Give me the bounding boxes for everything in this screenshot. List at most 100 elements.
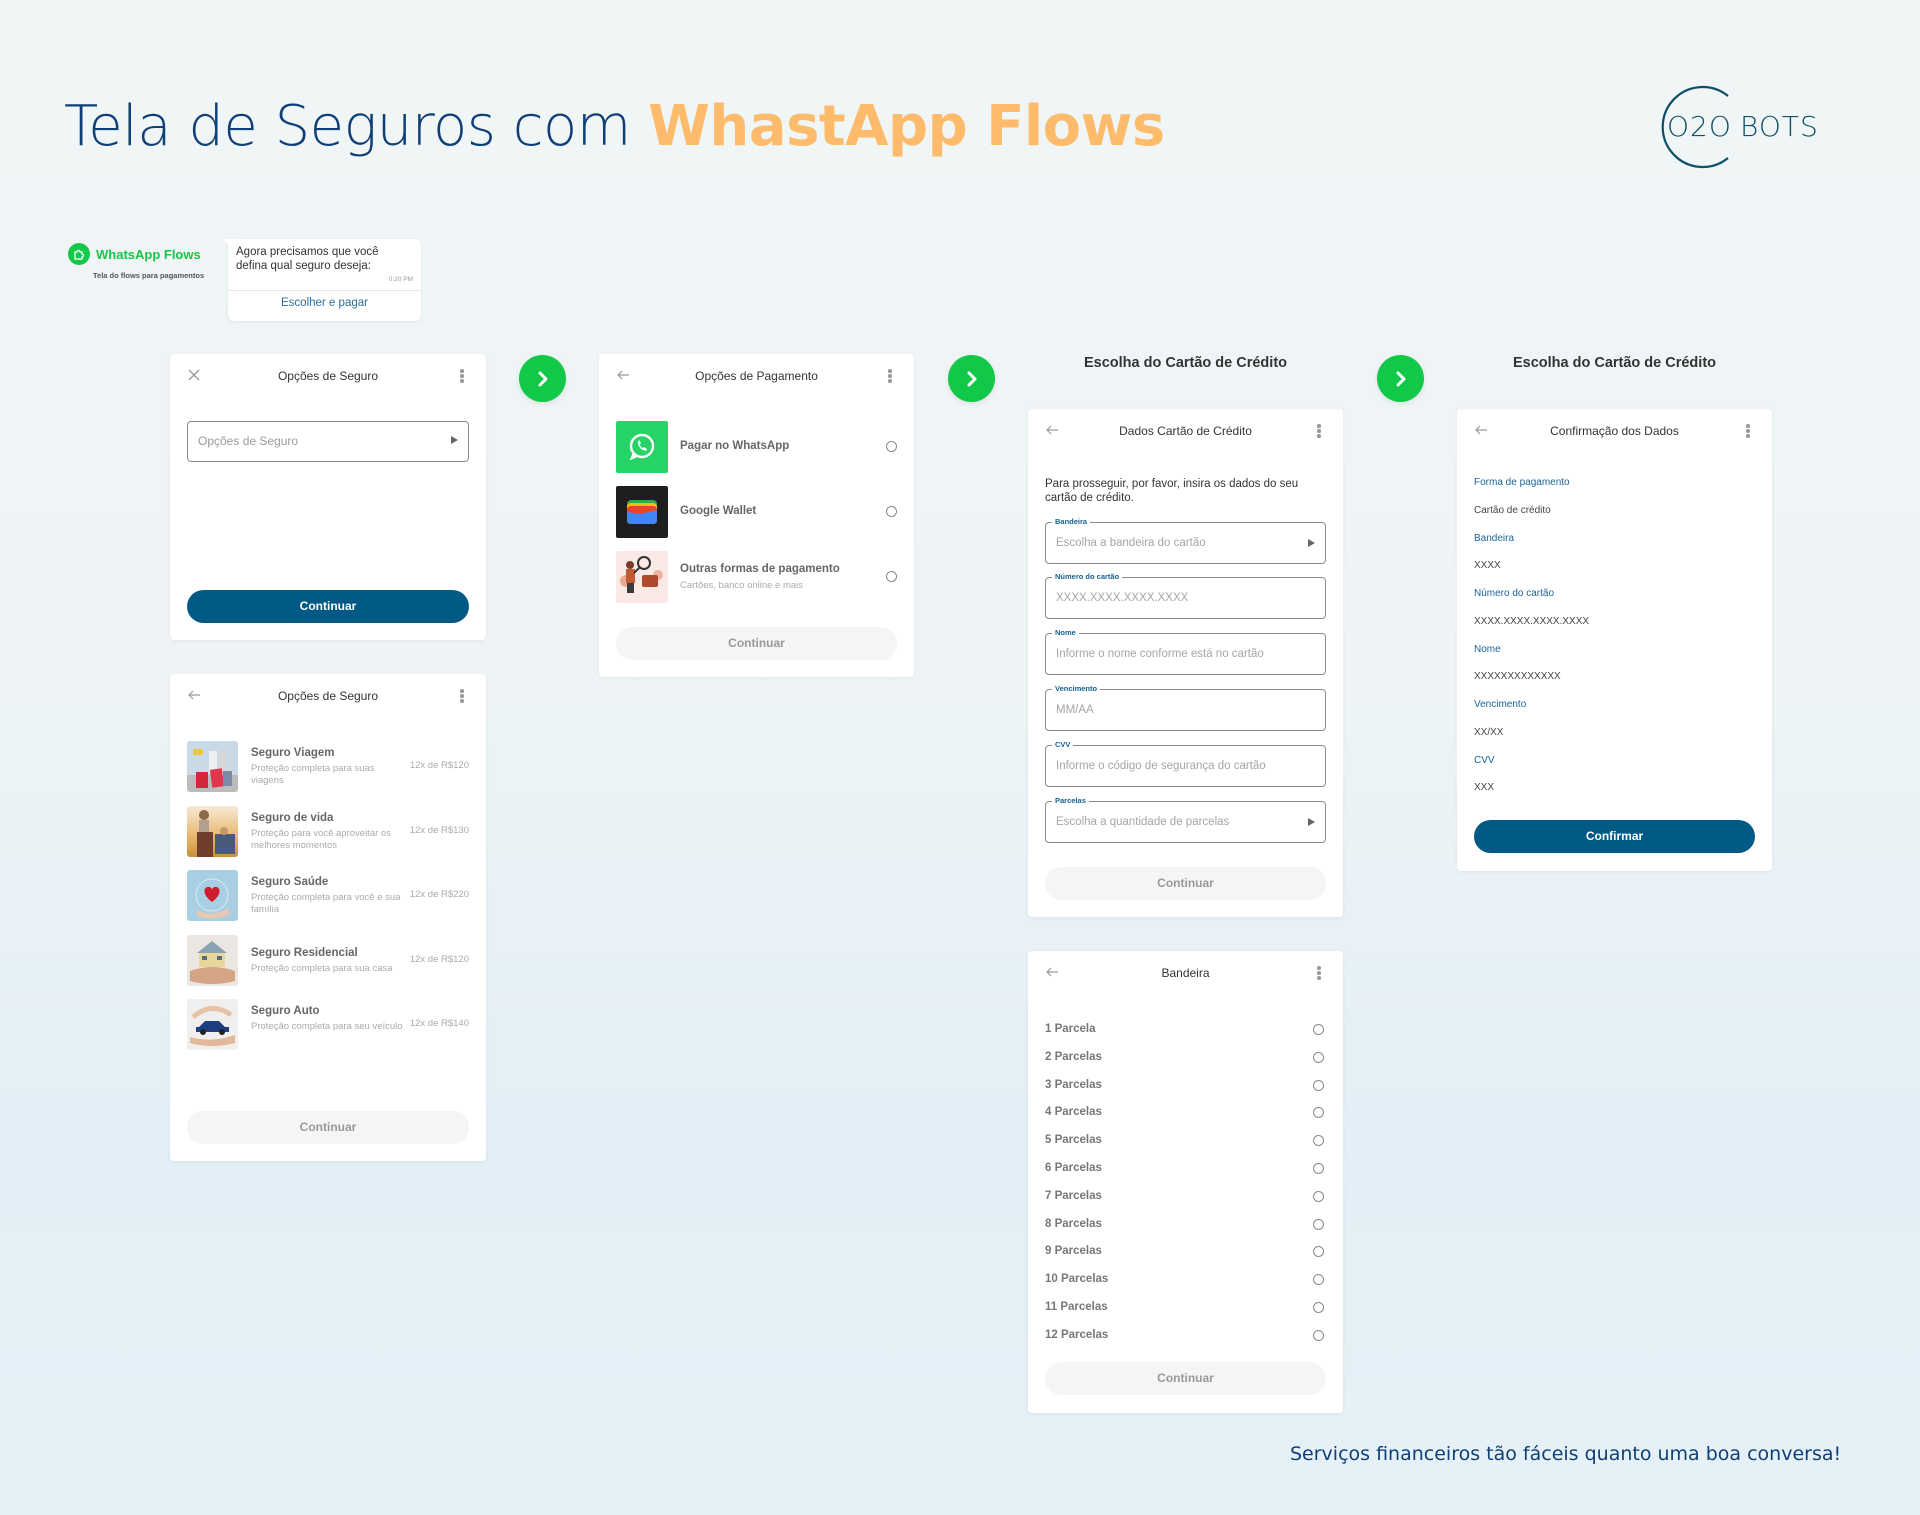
confirm-button[interactable]: Confirmar: [1474, 820, 1755, 853]
whatsapp-flows-badge: WhatsApp Flows Tela do flows para pagame…: [68, 243, 204, 280]
field-label: CVV: [1052, 739, 1074, 751]
installment-option[interactable]: 3 Parcelas: [1045, 1077, 1326, 1097]
field-label: Bandeira: [1052, 516, 1091, 528]
insurance-price: 12x de R$120: [409, 760, 469, 771]
continue-button[interactable]: Continuar: [1045, 1362, 1326, 1395]
more-options-icon[interactable]: [1317, 966, 1321, 980]
chat-message-text: Agora precisamos que você defina qual se…: [236, 246, 379, 272]
health-photo: [187, 870, 238, 921]
chevron-right-icon: [538, 371, 547, 386]
installment-option[interactable]: 10 Parcelas: [1045, 1271, 1326, 1291]
installment-radio[interactable]: [1313, 1024, 1324, 1035]
installment-option[interactable]: 2 Parcelas: [1045, 1049, 1326, 1069]
insurance-item-auto[interactable]: Seguro Auto Proteção completa para seu v…: [187, 999, 469, 1051]
bandeira-select[interactable]: Bandeira Escolha a bandeira do cartão: [1045, 516, 1326, 564]
payment-option-google-wallet[interactable]: Google Wallet: [616, 486, 897, 538]
dropdown-arrow-icon: [451, 436, 458, 444]
installment-option[interactable]: 4 Parcelas: [1045, 1104, 1326, 1124]
installment-option[interactable]: 5 Parcelas: [1045, 1132, 1326, 1152]
insurance-item-residencial[interactable]: Seguro Residencial Proteção completa par…: [187, 935, 469, 987]
screen-bandeira: Bandeira 1 Parcela 2 Parcelas 3 Parcelas 4 …: [1028, 951, 1343, 1413]
installment-radio[interactable]: [1313, 1329, 1324, 1341]
screen-title: Opções de Pagamento: [695, 369, 818, 383]
confirmation-label: Nome: [1474, 643, 1501, 655]
choose-and-pay-button[interactable]: Escolher e pagar: [228, 291, 421, 309]
installment-label: 5 Parcelas: [1045, 1134, 1102, 1147]
continue-button[interactable]: Continuar: [187, 1111, 469, 1144]
installments-select[interactable]: Parcelas Escolha a quantidade de parcela…: [1045, 795, 1326, 843]
installment-option[interactable]: 1 Parcela: [1045, 1021, 1326, 1041]
installment-option[interactable]: 11 Parcelas: [1045, 1299, 1326, 1319]
confirmation-label: Forma de pagamento: [1474, 477, 1570, 488]
more-options-icon[interactable]: [460, 689, 464, 703]
installment-label: 3 Parcelas: [1045, 1078, 1102, 1091]
card-number-input[interactable]: Número do cartão XXXX.XXXX.XXXX.XXXX: [1045, 571, 1326, 619]
field-placeholder: XXXX.XXXX.XXXX.XXXX: [1056, 592, 1189, 604]
confirmation-label: Vencimento: [1474, 699, 1527, 710]
installment-option[interactable]: 9 Parcelas: [1045, 1243, 1326, 1263]
insurance-name: Seguro Saúde: [251, 876, 329, 888]
chevron-right-icon: [1396, 371, 1405, 386]
next-step-arrow-2: [948, 355, 995, 402]
installment-radio[interactable]: [1313, 1051, 1324, 1063]
installment-radio[interactable]: [1313, 1135, 1324, 1147]
installment-radio[interactable]: [1313, 1163, 1324, 1174]
insurance-desc: Proteção completa para seu veículo: [251, 1021, 403, 1032]
installment-radio[interactable]: [1313, 1246, 1324, 1258]
more-options-icon[interactable]: [460, 369, 464, 383]
insurance-item-vida[interactable]: Seguro de vida Proteção para você aprove…: [187, 806, 469, 858]
expiry-input[interactable]: Vencimento MM/AA: [1045, 683, 1326, 731]
cvv-input[interactable]: CVV Informe o código de segurança do car…: [1045, 739, 1326, 787]
confirmation-value: XX/XX: [1474, 726, 1504, 738]
installment-radio[interactable]: [1313, 1218, 1324, 1230]
name-input[interactable]: Nome Informe o nome conforme está no car…: [1045, 627, 1326, 675]
payment-radio[interactable]: [886, 571, 897, 582]
more-options-icon[interactable]: [1317, 424, 1321, 438]
continue-button[interactable]: Continuar: [187, 590, 469, 623]
dropdown-arrow-icon: [1308, 539, 1315, 547]
installment-option[interactable]: 7 Parcelas: [1045, 1188, 1326, 1208]
insurance-name: Seguro Viagem: [251, 747, 335, 759]
confirmation-label: CVV: [1474, 754, 1495, 766]
payment-option-other[interactable]: Outras formas de pagamento Cartões, banc…: [616, 551, 897, 603]
payment-radio[interactable]: [886, 441, 897, 452]
insurance-desc: Proteção para você aproveitar os melhore…: [251, 828, 391, 851]
continue-button[interactable]: Continuar: [1045, 867, 1326, 900]
payment-name: Outras formas de pagamento: [680, 563, 840, 575]
screen-header: Bandeira: [1028, 965, 1343, 1005]
installment-radio[interactable]: [1313, 1107, 1324, 1119]
insurance-desc: Proteção completa para você e sua famíli…: [251, 892, 401, 915]
chat-timestamp: 0:20 PM: [388, 276, 413, 283]
installment-radio[interactable]: [1313, 1302, 1324, 1313]
screen-seguro-select: Opções de Seguro Opções de Seguro Contin…: [170, 354, 486, 640]
insurance-options-select[interactable]: Opções de Seguro: [187, 421, 469, 462]
insurance-price: 12x de R$140: [409, 1018, 469, 1029]
installment-radio[interactable]: [1313, 1190, 1324, 1202]
chat-message-bubble: Agora precisamos que você defina qual se…: [222, 239, 421, 321]
installment-label: 12 Parcelas: [1045, 1328, 1109, 1341]
continue-button[interactable]: Continuar: [616, 627, 897, 660]
screen-confirmacao: Confirmação dos Dados Forma de pagamento…: [1457, 409, 1772, 871]
payment-option-whatsapp[interactable]: Pagar no WhatsApp: [616, 421, 897, 473]
screen-header: Opções de Seguro: [170, 368, 486, 408]
field-label: Nome: [1052, 627, 1079, 639]
installment-radio[interactable]: [1313, 1274, 1324, 1286]
insurance-item-saude[interactable]: Seguro Saúde Proteção completa para você…: [187, 870, 469, 922]
next-step-arrow-3: [1377, 355, 1424, 402]
field-placeholder: Escolha a quantidade de parcelas: [1056, 816, 1230, 828]
more-options-icon[interactable]: [1746, 424, 1750, 438]
installment-radio[interactable]: [1313, 1079, 1324, 1091]
google-wallet-icon: [616, 486, 668, 538]
installment-option[interactable]: 6 Parcelas: [1045, 1160, 1326, 1180]
insurance-item-viagem[interactable]: Seguro Viagem Proteção completa para sua…: [187, 741, 469, 793]
more-options-icon[interactable]: [888, 369, 892, 383]
field-label: Número do cartão: [1052, 571, 1123, 583]
installment-option[interactable]: 8 Parcelas: [1045, 1216, 1326, 1236]
field-placeholder: Escolha a bandeira do cartão: [1056, 537, 1206, 549]
installment-label: 2 Parcelas: [1045, 1050, 1102, 1063]
installment-option[interactable]: 12 Parcelas: [1045, 1327, 1326, 1347]
insurance-name: Seguro Residencial: [251, 947, 358, 959]
payment-radio[interactable]: [886, 506, 897, 517]
insurance-name: Seguro de vida: [251, 812, 334, 824]
field-label: Vencimento: [1052, 683, 1101, 695]
